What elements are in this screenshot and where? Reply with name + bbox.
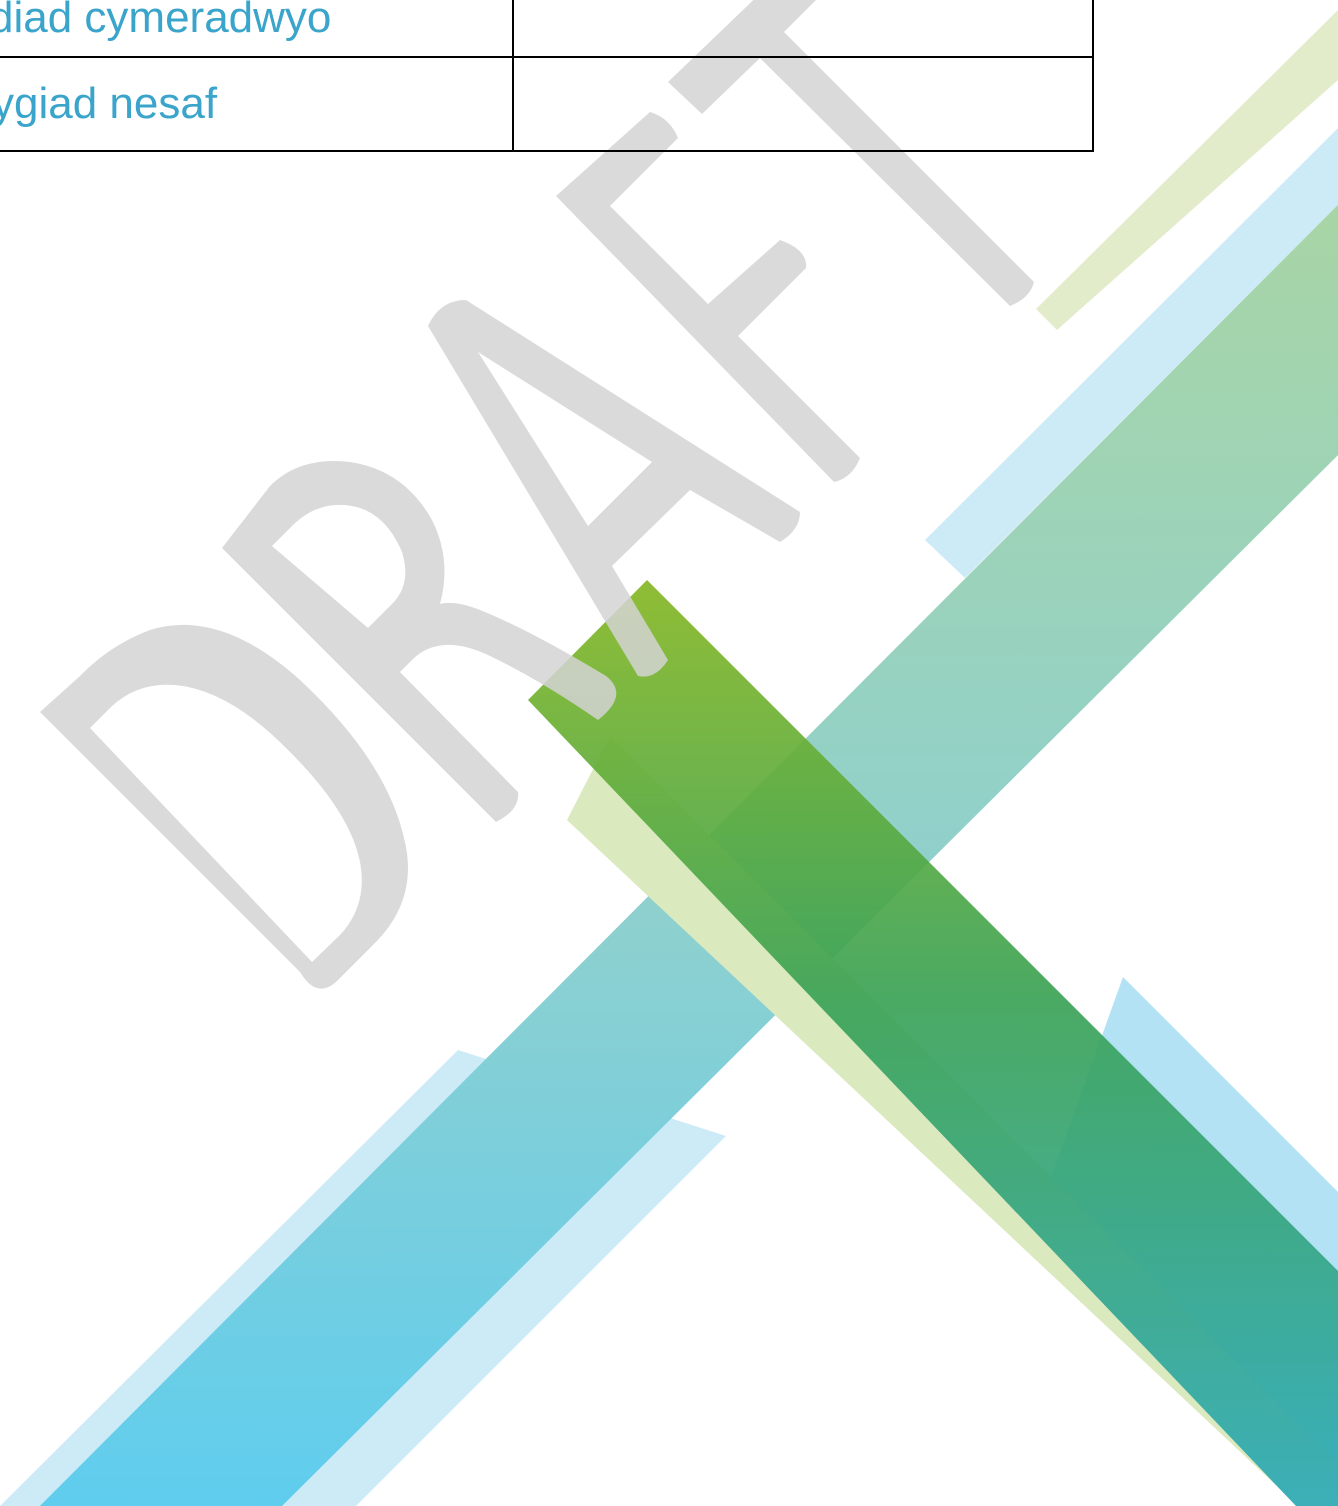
approval-date-label-cell: diad cymeradwyo (0, 0, 514, 58)
next-review-value-cell (512, 56, 1094, 152)
table-row: ygiad nesaf (0, 56, 1094, 152)
next-review-label-cell: ygiad nesaf (0, 56, 514, 152)
next-review-label: ygiad nesaf (0, 79, 218, 128)
document-meta-table: diad cymeradwyo ygiad nesaf (0, 0, 1094, 152)
approval-date-value-cell (512, 0, 1094, 58)
approval-date-label: diad cymeradwyo (0, 0, 332, 43)
decorative-background (0, 0, 1338, 1506)
document-page: diad cymeradwyo ygiad nesaf (0, 0, 1338, 1506)
table-row: diad cymeradwyo (0, 0, 1094, 58)
